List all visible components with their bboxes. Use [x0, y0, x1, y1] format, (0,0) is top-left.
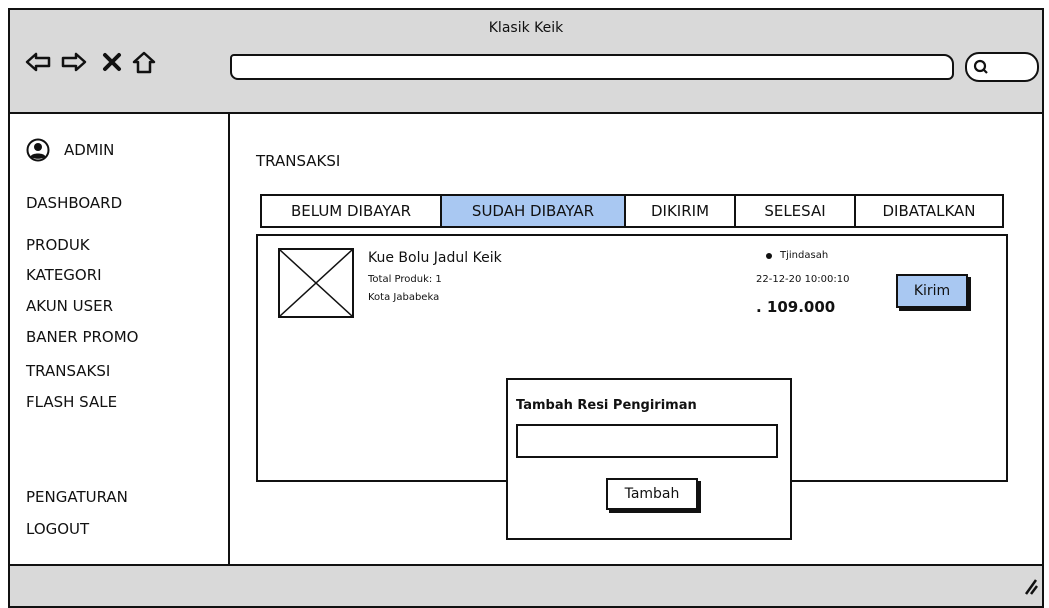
sidebar-item-dashboard[interactable]: DASHBOARD [26, 194, 122, 212]
tambah-button[interactable]: Tambah [606, 478, 698, 510]
user-avatar-icon [26, 138, 50, 162]
main-panel: TRANSAKSI BELUM DIBAYAR SUDAH DIBAYAR DI… [232, 114, 1042, 564]
admin-profile[interactable]: ADMIN [26, 138, 114, 162]
sidebar: ADMIN DASHBOARD PRODUK KATEGORI AKUN USE… [10, 114, 230, 564]
sidebar-item-baner-promo[interactable]: BANER PROMO [26, 328, 138, 346]
sidebar-item-logout[interactable]: LOGOUT [26, 520, 89, 538]
order-datetime: 22-12-20 10:00:10 [756, 274, 850, 285]
search-icon [973, 59, 988, 74]
admin-label: ADMIN [64, 141, 115, 159]
sidebar-item-pengaturan[interactable]: PENGATURAN [26, 488, 128, 506]
tab-selesai[interactable]: SELESAI [736, 196, 856, 226]
sidebar-item-flash-sale[interactable]: FLASH SALE [26, 393, 117, 411]
browser-toolbar: Klasik Keik [10, 10, 1042, 110]
tambah-resi-modal: Tambah Resi Pengiriman Tambah [506, 378, 792, 540]
kirim-button[interactable]: Kirim [896, 274, 968, 308]
transaction-tabs: BELUM DIBAYAR SUDAH DIBAYAR DIKIRIM SELE… [260, 194, 1004, 228]
bullet-icon [766, 252, 772, 259]
back-icon[interactable] [24, 48, 52, 76]
sidebar-item-kategori[interactable]: KATEGORI [26, 266, 102, 284]
product-location: Kota Jababeka [368, 292, 440, 303]
url-bar[interactable] [230, 54, 954, 80]
modal-title: Tambah Resi Pengiriman [516, 398, 697, 413]
order-card: Kue Bolu Jadul Keik Total Produk: 1 Kota… [256, 234, 1008, 540]
buyer-name: Tjindasah [780, 250, 829, 261]
window-title: Klasik Keik [488, 20, 564, 36]
browser-window: Klasik Keik ADMIN DASHBOARD PRODUK KATEG… [8, 8, 1044, 608]
tab-belum-dibayar[interactable]: BELUM DIBAYAR [262, 196, 442, 226]
resize-grip-icon[interactable] [1024, 576, 1038, 596]
order-price: . 109.000 [756, 298, 836, 316]
close-icon[interactable] [98, 48, 126, 76]
product-image-placeholder [278, 248, 354, 318]
tab-dibatalkan[interactable]: DIBATALKAN [856, 196, 1002, 226]
tab-sudah-dibayar[interactable]: SUDAH DIBAYAR [442, 196, 626, 226]
buyer-info: Tjindasah [766, 250, 828, 261]
page-title: TRANSAKSI [256, 152, 341, 170]
tab-dikirim[interactable]: DIKIRIM [626, 196, 736, 226]
resi-input[interactable] [516, 424, 778, 458]
sidebar-item-transaksi[interactable]: TRANSAKSI [26, 362, 110, 380]
home-icon[interactable] [130, 48, 158, 76]
sidebar-item-akun-user[interactable]: AKUN USER [26, 297, 113, 315]
sidebar-item-produk[interactable]: PRODUK [26, 236, 90, 254]
product-name: Kue Bolu Jadul Keik [368, 250, 502, 266]
search-field[interactable] [965, 52, 1039, 82]
product-total: Total Produk: 1 [368, 274, 442, 285]
forward-icon[interactable] [60, 48, 88, 76]
content-area: ADMIN DASHBOARD PRODUK KATEGORI AKUN USE… [10, 112, 1042, 566]
